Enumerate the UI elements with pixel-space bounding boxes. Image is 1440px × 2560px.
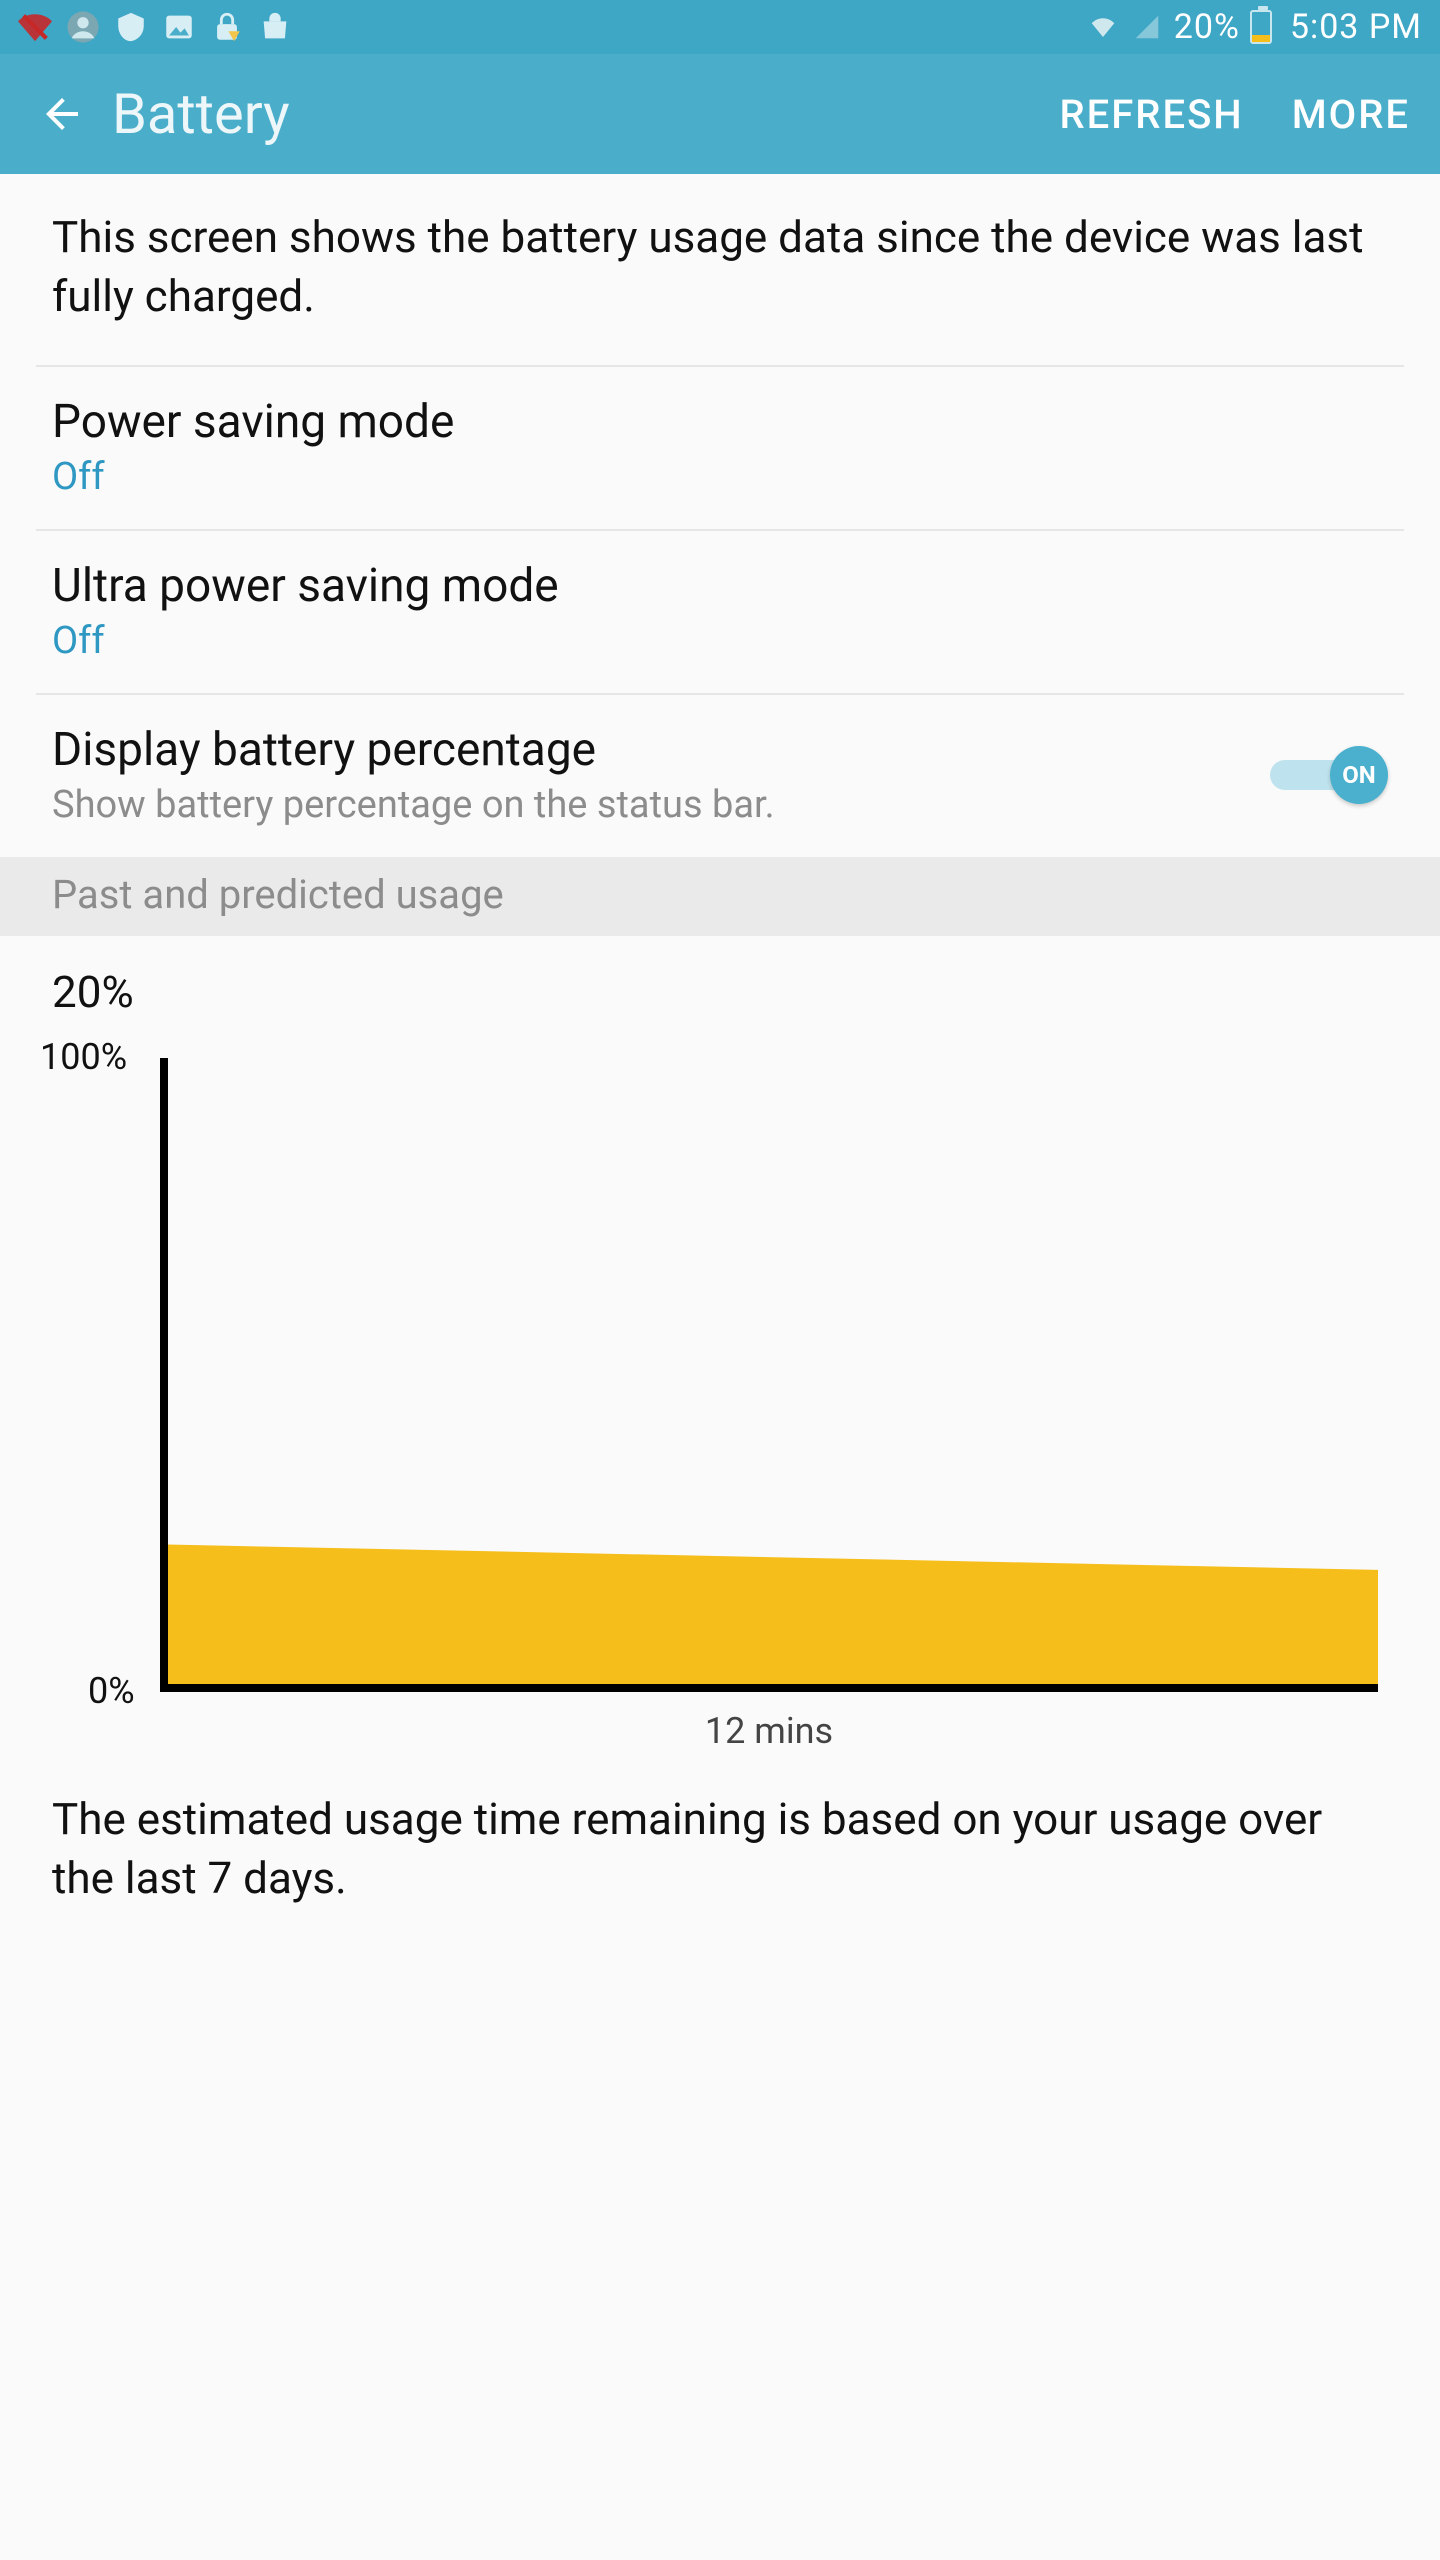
status-left bbox=[18, 10, 292, 44]
row-title: Ultra power saving mode bbox=[52, 559, 1388, 613]
wifi-icon bbox=[1086, 10, 1120, 44]
x-axis-label: 12 mins bbox=[160, 1710, 1378, 1752]
y-axis-top-label: 100% bbox=[40, 1036, 127, 1078]
display-percentage-toggle[interactable]: ON bbox=[1270, 748, 1388, 802]
intro-text: This screen shows the battery usage data… bbox=[0, 174, 1440, 365]
row-title: Display battery percentage bbox=[52, 723, 1270, 777]
row-ultra-power-saving-mode[interactable]: Ultra power saving mode Off bbox=[0, 531, 1440, 693]
x-axis-line bbox=[160, 1684, 1378, 1692]
store-icon bbox=[258, 10, 292, 44]
refresh-button[interactable]: REFRESH bbox=[1060, 91, 1244, 138]
row-description: Show battery percentage on the status ba… bbox=[52, 783, 1270, 827]
app-bar: Battery REFRESH MORE bbox=[0, 54, 1440, 174]
lock-alert-icon bbox=[210, 10, 244, 44]
battery-chart[interactable]: 20% 100% 0% 12 mins bbox=[0, 936, 1440, 1752]
contact-blocked-icon bbox=[66, 10, 100, 44]
row-power-saving-mode[interactable]: Power saving mode Off bbox=[0, 367, 1440, 529]
toggle-knob-label: ON bbox=[1330, 746, 1388, 804]
status-right: 20% 5:03 PM bbox=[1086, 7, 1422, 47]
row-value: Off bbox=[52, 619, 1388, 663]
row-title: Power saving mode bbox=[52, 395, 1388, 449]
status-time: 5:03 PM bbox=[1290, 7, 1422, 47]
more-button[interactable]: MORE bbox=[1292, 91, 1410, 138]
wifi-off-icon bbox=[18, 10, 52, 44]
estimate-note: The estimated usage time remaining is ba… bbox=[0, 1752, 1440, 1909]
row-value: Off bbox=[52, 455, 1388, 499]
y-axis-line bbox=[160, 1058, 168, 1692]
back-button[interactable] bbox=[30, 82, 94, 146]
image-icon bbox=[162, 10, 196, 44]
battery-icon bbox=[1250, 10, 1272, 44]
status-battery-pct: 20% bbox=[1174, 7, 1240, 47]
y-axis-bottom-label: 0% bbox=[88, 1670, 135, 1712]
page-title: Battery bbox=[112, 81, 290, 147]
chart-plot-area: 100% 0% bbox=[160, 1058, 1378, 1692]
row-display-battery-percentage[interactable]: Display battery percentage Show battery … bbox=[0, 695, 1440, 857]
status-bar: 20% 5:03 PM bbox=[0, 0, 1440, 54]
chart-area-fill bbox=[168, 1050, 1378, 1684]
signal-none-icon bbox=[1130, 10, 1164, 44]
current-battery-pct: 20% bbox=[52, 966, 1388, 1018]
section-past-predicted: Past and predicted usage bbox=[0, 857, 1440, 936]
shield-wifi-icon bbox=[114, 10, 148, 44]
